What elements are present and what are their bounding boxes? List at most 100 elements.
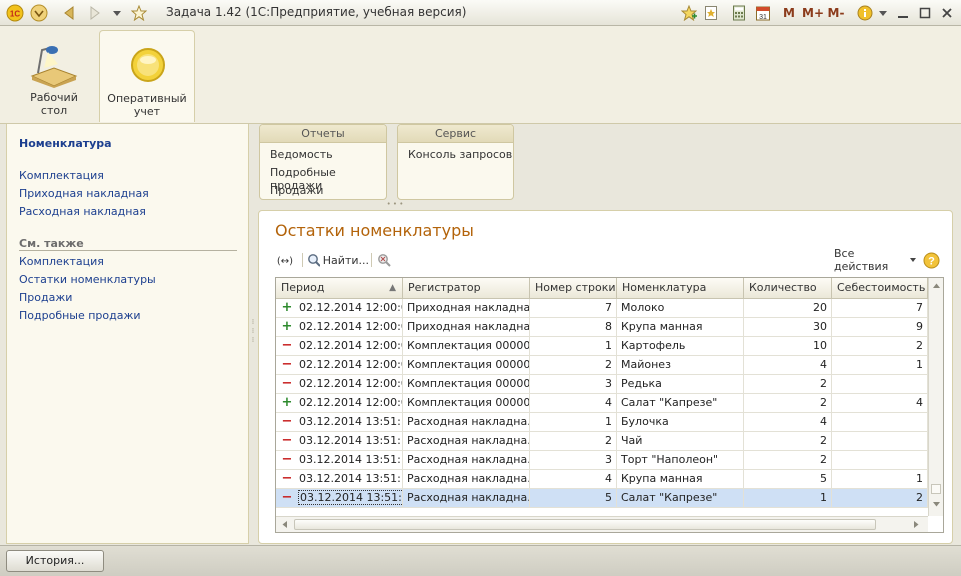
scroll-up-icon[interactable] (932, 282, 941, 290)
cell-item: Молоко (617, 299, 744, 318)
svg-text:1С: 1С (10, 10, 20, 19)
header-col-period[interactable]: Период ▲ (276, 278, 403, 299)
scroll-right-icon[interactable] (912, 520, 920, 529)
cell-line: 1 (530, 413, 617, 432)
see-also-link-podrobnye[interactable]: Подробные продажи (19, 309, 141, 322)
header-col-item[interactable]: Номенклатура (617, 278, 744, 299)
period-text: 02.12.2014 12:00:01 (299, 339, 402, 352)
all-actions-menu[interactable]: Все действия (834, 247, 916, 273)
group-service: Сервис Консоль запросов (397, 124, 514, 200)
header-col-quantity[interactable]: Количество (744, 278, 832, 299)
period-text: 03.12.2014 13:51:18 (298, 490, 402, 505)
see-also-link-ostatki[interactable]: Остатки номенклатуры (19, 273, 156, 286)
calculator-icon[interactable] (730, 4, 748, 22)
header-col-registrar[interactable]: Регистратор (403, 278, 530, 299)
cell-qty: 2 (744, 375, 832, 394)
back-arrow-icon[interactable] (60, 4, 78, 22)
horizontal-scrollbar[interactable] (276, 516, 928, 532)
favorites-star-icon[interactable] (130, 4, 148, 22)
cell-registrar: Расходная накладна... (403, 432, 530, 451)
add-favorite-icon[interactable] (680, 4, 698, 22)
period-text: 03.12.2014 13:51:18 (299, 453, 402, 466)
cell-registrar: Комплектация 00000... (403, 356, 530, 375)
cell-cost: 1 (832, 470, 928, 489)
see-also-link-prodazhi[interactable]: Продажи (19, 291, 72, 304)
info-dropdown-icon[interactable] (874, 4, 892, 22)
show-periods-button[interactable]: (↔) (275, 251, 297, 269)
table-row[interactable]: −03.12.2014 13:51:18Расходная накладна..… (276, 470, 928, 489)
scroll-down-arrow-box[interactable] (931, 484, 941, 494)
info-icon[interactable] (856, 4, 874, 22)
navigation-panel: Номенклатура Комплектация Приходная накл… (6, 124, 249, 544)
balances-table: Период ▲ Регистратор Номер строки Номенклату… (275, 277, 944, 533)
table-row[interactable]: −03.12.2014 13:51:18Расходная накладна..… (276, 432, 928, 451)
close-icon[interactable] (938, 4, 956, 22)
nav-link-raskhodnaya[interactable]: Расходная накладная (19, 205, 146, 218)
group-reports-title: Отчеты (260, 125, 386, 143)
table-row[interactable]: −02.12.2014 12:00:01Комплектация 00000..… (276, 356, 928, 375)
memory-m-button[interactable]: M (782, 4, 796, 22)
table-row[interactable]: +02.12.2014 12:00:01Приходная накладна..… (276, 318, 928, 337)
period-text: 03.12.2014 13:51:18 (299, 434, 402, 447)
expense-minus-icon: − (281, 357, 293, 372)
section-operational[interactable]: Оперативный учет (99, 30, 195, 122)
table-row-selected[interactable]: −03.12.2014 13:51:18Расходная накладна..… (276, 489, 928, 508)
nav-title[interactable]: Номенклатура (19, 137, 112, 150)
table-row[interactable]: −03.12.2014 13:51:18Расходная накладна..… (276, 451, 928, 470)
memory-minus-button[interactable]: M- (826, 4, 846, 22)
cell-qty: 4 (744, 356, 832, 375)
cell-item: Чай (617, 432, 744, 451)
period-arrows-icon: (↔) (277, 256, 293, 267)
horizontal-scroll-thumb[interactable] (294, 519, 876, 530)
cell-registrar: Расходная накладна... (403, 451, 530, 470)
period-text: 03.12.2014 13:51:18 (299, 415, 402, 428)
cell-period: −02.12.2014 12:00:01 (276, 375, 403, 394)
service-link-query-console[interactable]: Консоль запросов (408, 148, 512, 161)
all-actions-label: Все действия (834, 247, 889, 273)
scroll-left-icon[interactable] (281, 520, 289, 529)
window-title: Задача 1.42 (1С:Предприятие, учебная вер… (166, 5, 467, 19)
scroll-down-icon[interactable] (932, 500, 941, 508)
receipt-plus-icon: + (281, 319, 293, 334)
memory-plus-button[interactable]: M+ (802, 4, 824, 22)
table-row[interactable]: −03.12.2014 13:51:18Расходная накладна..… (276, 413, 928, 432)
section-desktop[interactable]: Рабочий стол (6, 30, 102, 122)
see-also-link-kompletaciya[interactable]: Комплектация (19, 255, 104, 268)
header-col-cost[interactable]: Себестоимость (832, 278, 928, 299)
header-col-line-number[interactable]: Номер строки (530, 278, 617, 299)
report-link-prodazhi[interactable]: Продажи (270, 184, 323, 197)
history-button[interactable]: История... (6, 550, 104, 572)
cell-line: 3 (530, 375, 617, 394)
table-row[interactable]: −02.12.2014 12:00:01Комплектация 00000..… (276, 337, 928, 356)
toolbar-separator (302, 253, 303, 267)
maximize-icon[interactable] (916, 4, 934, 22)
cell-cost (832, 432, 928, 451)
chevron-down-icon (909, 258, 916, 262)
section-desktop-label: Рабочий стол (30, 91, 78, 117)
cell-period: +02.12.2014 12:00:01 (276, 394, 403, 413)
nav-link-prikhodnaya[interactable]: Приходная накладная (19, 187, 149, 200)
main-menu-icon[interactable] (30, 4, 48, 22)
calendar-icon[interactable]: 31 (754, 4, 772, 22)
report-link-vedomost[interactable]: Ведомость (270, 148, 333, 161)
app-logo-icon[interactable]: 1С (6, 4, 24, 22)
cell-line: 7 (530, 299, 617, 318)
table-row[interactable]: +02.12.2014 12:00:01Комплектация 00000..… (276, 394, 928, 413)
cancel-search-button[interactable] (377, 251, 395, 269)
cell-qty: 20 (744, 299, 832, 318)
cell-registrar: Комплектация 00000... (403, 375, 530, 394)
minimize-icon[interactable] (894, 4, 912, 22)
nav-link-kompletaciya[interactable]: Комплектация (19, 169, 104, 182)
cell-cost (832, 413, 928, 432)
forward-arrow-icon[interactable] (86, 4, 104, 22)
table-row[interactable]: −02.12.2014 12:00:01Комплектация 00000..… (276, 375, 928, 394)
horizontal-splitter[interactable]: • • • (380, 200, 410, 208)
bookmark-icon[interactable] (702, 4, 720, 22)
find-button[interactable]: Найти... (307, 251, 369, 269)
period-text: 02.12.2014 12:00:01 (299, 358, 402, 371)
table-row[interactable]: +02.12.2014 12:00:01Приходная накладна..… (276, 299, 928, 318)
vertical-splitter[interactable]: ⁞ ⁞ ⁞ (250, 318, 256, 354)
history-dropdown-icon[interactable] (108, 4, 126, 22)
vertical-scrollbar[interactable] (928, 278, 943, 516)
help-button[interactable]: ? (923, 251, 941, 269)
